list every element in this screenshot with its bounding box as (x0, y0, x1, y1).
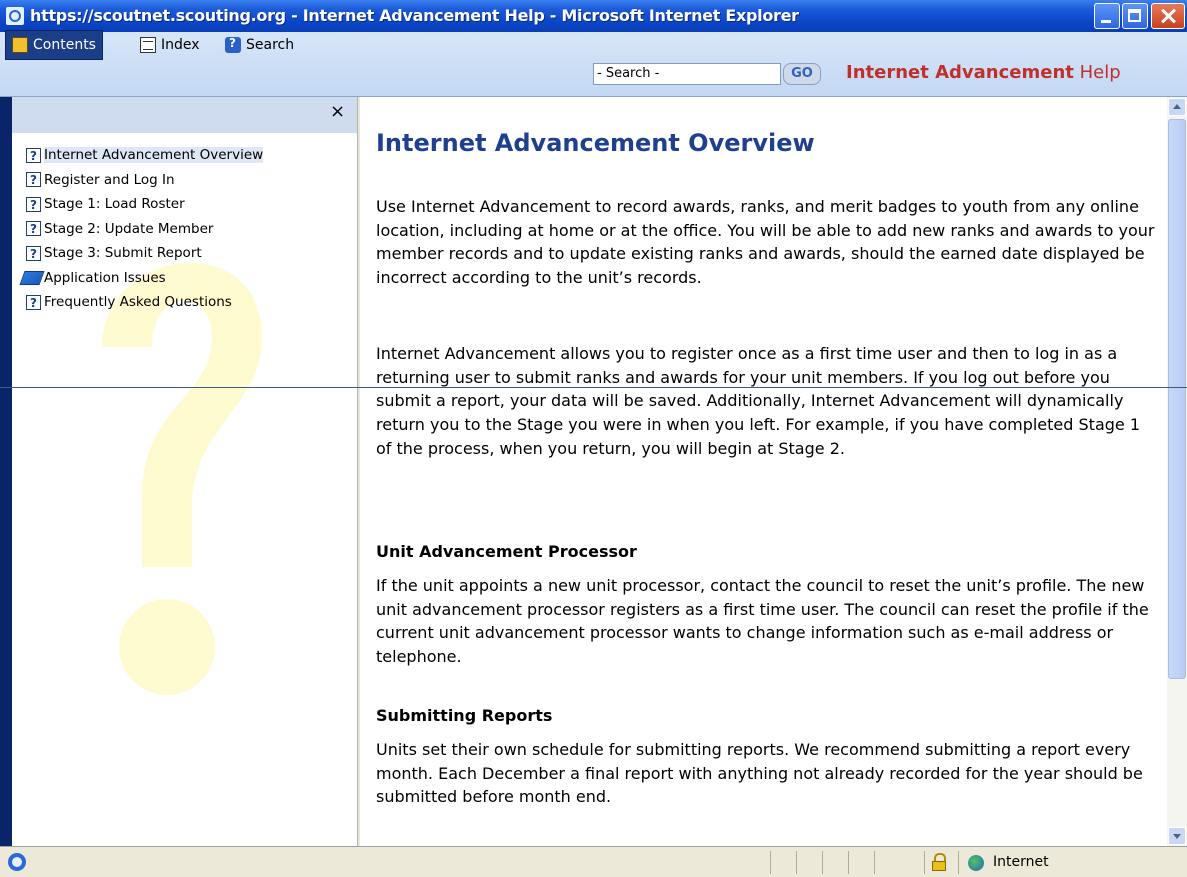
toc-item-stage1[interactable]: ? Stage 1: Load Roster (26, 192, 263, 217)
minimize-button[interactable] (1094, 3, 1120, 29)
horizontal-rule-artifact (0, 387, 1187, 388)
intro-paragraph: Use Internet Advancement to record award… (376, 197, 1155, 288)
index-icon (140, 37, 156, 53)
status-divider (848, 851, 849, 874)
login-paragraph: Internet Advancement allows you to regis… (376, 344, 1141, 458)
page-title: Internet Advancement Overview (376, 129, 815, 157)
processor-paragraph: If the unit appoints a new unit processo… (376, 576, 1149, 667)
status-bar: Internet (0, 846, 1187, 877)
toc-item-label: Register and Log In (44, 171, 175, 188)
toc-item-faq[interactable]: ? Frequently Asked Questions (26, 290, 263, 315)
page-status-icon (8, 853, 26, 871)
go-button[interactable]: GO (783, 63, 821, 85)
brand-logo: Internet Advancement Help (846, 62, 1121, 83)
brand-light: Help (1079, 62, 1121, 83)
window-title: https://scoutnet.scouting.org - Internet… (30, 6, 799, 25)
scroll-thumb[interactable] (1168, 119, 1186, 679)
globe-icon (968, 855, 984, 871)
vertical-scrollbar[interactable] (1167, 97, 1187, 846)
ie-window-icon[interactable] (6, 7, 24, 25)
toc-item-register[interactable]: ? Register and Log In (26, 168, 263, 193)
toc-item-label: Frequently Asked Questions (44, 294, 232, 311)
question-icon: ? (26, 294, 41, 310)
scroll-down-button[interactable] (1168, 827, 1186, 845)
question-icon: ? (26, 147, 41, 163)
status-divider (770, 851, 771, 874)
help-content: Internet Advancement Overview Use Intern… (360, 97, 1167, 846)
toc-item-stage3[interactable]: ? Stage 3: Submit Report (26, 241, 263, 266)
toc-item-label: Internet Advancement Overview (44, 147, 264, 164)
tab-search[interactable]: Search (225, 30, 294, 60)
tab-search-label: Search (246, 37, 295, 53)
scroll-up-button[interactable] (1168, 98, 1186, 116)
maximize-button[interactable] (1122, 3, 1148, 29)
toc-item-label: Stage 3: Submit Report (44, 245, 202, 262)
search-input[interactable]: - Search - (593, 63, 781, 85)
status-divider (924, 851, 925, 874)
tab-index[interactable]: Index (140, 30, 200, 60)
question-icon: ? (26, 245, 41, 261)
reports-paragraph: Units set their own schedule for submitt… (376, 740, 1143, 807)
contents-pane: × ? Internet Advancement Overview ? Regi… (12, 97, 357, 846)
toc-item-label: Application Issues (44, 269, 166, 286)
question-icon: ? (26, 196, 41, 212)
status-divider (958, 851, 959, 874)
tab-index-label: Index (161, 37, 200, 53)
security-zone-label: Internet (993, 854, 1049, 870)
question-icon: ? (26, 172, 41, 188)
status-divider (822, 851, 823, 874)
title-bar: https://scoutnet.scouting.org - Internet… (0, 0, 1187, 32)
toc-item-label: Stage 1: Load Roster (44, 196, 185, 213)
toc-item-label: Stage 2: Update Member (44, 220, 214, 237)
contents-tree: ? Internet Advancement Overview ? Regist… (19, 143, 264, 315)
close-pane-button[interactable]: × (330, 101, 345, 122)
close-window-button[interactable] (1151, 3, 1185, 29)
section-heading-processor: Unit Advancement Processor (376, 542, 637, 561)
book-icon (19, 270, 45, 285)
lock-icon[interactable] (931, 853, 947, 871)
tab-contents-label: Contents (33, 37, 96, 53)
question-icon: ? (26, 221, 41, 237)
brand-bold: Internet Advancement (846, 62, 1074, 83)
status-divider (796, 851, 797, 874)
tab-contents[interactable]: Contents (5, 30, 103, 60)
pane-header (12, 97, 357, 133)
toc-item-overview[interactable]: ? Internet Advancement Overview (26, 143, 264, 168)
toc-item-stage2[interactable]: ? Stage 2: Update Member (26, 217, 263, 242)
book-icon (12, 37, 28, 53)
toc-item-app-issues[interactable]: Application Issues (19, 266, 263, 291)
section-heading-reports: Submitting Reports (376, 706, 553, 725)
search-icon (225, 36, 241, 53)
status-divider (874, 851, 875, 874)
